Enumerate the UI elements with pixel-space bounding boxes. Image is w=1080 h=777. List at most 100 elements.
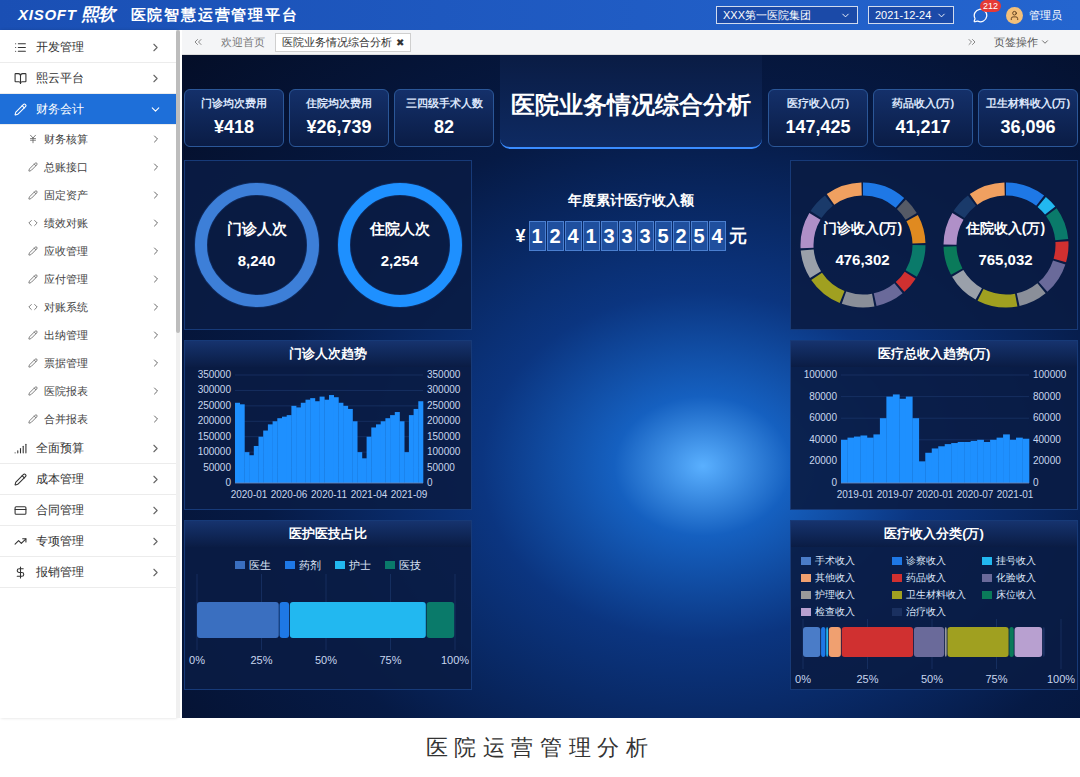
date-select[interactable]: 2021-12-24 xyxy=(868,6,954,24)
sidebar-subitem[interactable]: 总账接口 xyxy=(0,153,176,181)
income-donut: 住院收入(万)765,032 xyxy=(942,181,1070,309)
chart-bar xyxy=(357,452,362,483)
sidebar-item[interactable]: 开发管理 xyxy=(0,32,176,63)
menu-icon xyxy=(14,41,27,54)
legend-swatch xyxy=(801,557,811,565)
tab[interactable]: 医院业务情况综合分析✖ xyxy=(275,33,411,52)
x-tick: 0% xyxy=(795,673,811,685)
donut-segment xyxy=(950,189,1062,301)
sidebar-subitem[interactable]: 出纳管理 xyxy=(0,321,176,349)
chart-bar xyxy=(376,424,381,483)
sidebar-subitem[interactable]: 绩效对账 xyxy=(0,209,176,237)
sidebar-subitem[interactable]: 医院报表 xyxy=(0,377,176,405)
bar-segment xyxy=(821,627,825,657)
panel-title: 医疗总收入趋势(万) xyxy=(791,341,1077,367)
chart-bar xyxy=(287,415,292,483)
legend-item: 医生 xyxy=(235,557,271,574)
chart-bar xyxy=(240,404,245,483)
bar-segment xyxy=(290,602,426,638)
bar-segment xyxy=(947,627,1008,657)
sidebar-item[interactable]: 财务会计 xyxy=(0,94,176,125)
x-tick: 2021-04 xyxy=(351,489,388,500)
tab-close-button[interactable]: ✖ xyxy=(396,35,404,50)
y-tick-left: 100000 xyxy=(198,446,232,457)
sidebar-item[interactable]: 成本管理 xyxy=(0,464,176,495)
scrollbar-thumb[interactable] xyxy=(176,30,180,333)
chart-bar xyxy=(348,409,353,483)
y-tick-left: 150000 xyxy=(198,431,232,442)
income-donut: 门诊收入(万)476,302 xyxy=(799,181,927,309)
sidebar-subitem[interactable]: 财务核算 xyxy=(0,125,176,153)
x-tick: 2020-01 xyxy=(231,489,268,500)
y-tick-right: 350000 xyxy=(427,369,461,380)
sidebar-item[interactable]: 合同管理 xyxy=(0,495,176,526)
chart-bar xyxy=(338,403,343,483)
dropdown-icon xyxy=(1040,37,1050,47)
y-tick-right: 20000 xyxy=(1033,455,1061,466)
tab-menu[interactable]: 页签操作 xyxy=(994,34,1050,51)
chevron-right-icon xyxy=(150,217,162,229)
donut-segment xyxy=(807,189,919,301)
sidebar-subitem[interactable]: 合并报表 xyxy=(0,405,176,433)
chart-bar xyxy=(320,397,325,483)
y-tick-left: 250000 xyxy=(198,400,232,411)
sidebar-subitem[interactable]: 对账系统 xyxy=(0,293,176,321)
bar-segment xyxy=(280,602,290,638)
chart-bar xyxy=(886,397,893,483)
sidebar-subitem[interactable]: 固定资产 xyxy=(0,181,176,209)
chevron-right-icon xyxy=(149,442,162,455)
counter-digit: 4 xyxy=(709,221,726,251)
donut-segment xyxy=(807,189,919,301)
sidebar-group: 合同管理 xyxy=(0,495,176,526)
sidebar-group: 财务会计财务核算总账接口固定资产绩效对账应收管理应付管理对账系统出纳管理票据管理… xyxy=(0,94,176,433)
sidebar-item[interactable]: 全面预算 xyxy=(0,433,176,464)
sidebar-item[interactable]: 专项管理 xyxy=(0,526,176,557)
chart-bar xyxy=(945,444,952,483)
legend-swatch xyxy=(982,591,992,599)
donut-segment xyxy=(950,189,1062,301)
bar-segment xyxy=(1015,627,1043,657)
visit-donut: 门诊人次8,240 xyxy=(193,181,321,309)
donut-segment xyxy=(807,189,919,301)
menu-icon xyxy=(14,442,27,455)
bar-segment xyxy=(1009,627,1013,657)
sidebar-scrollbar[interactable] xyxy=(176,30,180,718)
chart-bar xyxy=(254,446,259,483)
sidebar-subitem[interactable]: 票据管理 xyxy=(0,349,176,377)
y-tick-right: 100000 xyxy=(1033,369,1067,380)
message-button[interactable]: 212 xyxy=(970,5,990,25)
chart-bar xyxy=(919,461,926,483)
legend-swatch xyxy=(385,561,395,569)
chart-bar xyxy=(1010,440,1017,483)
dropdown-icon xyxy=(936,10,947,21)
counter-digit: 1 xyxy=(583,221,600,251)
user-avatar[interactable] xyxy=(1006,7,1023,24)
chart-bar xyxy=(310,398,315,483)
legend-swatch xyxy=(801,591,811,599)
stacked-bar-chart: 0%25%50%75%100% xyxy=(791,619,1079,687)
chart-bar xyxy=(273,421,278,483)
submenu-icon xyxy=(28,330,38,340)
org-select[interactable]: XXX第一医院集团 xyxy=(716,6,858,24)
sidebar-subitem[interactable]: 应收管理 xyxy=(0,237,176,265)
sidebar-item[interactable]: 熙云平台 xyxy=(0,63,176,94)
user-name[interactable]: 管理员 xyxy=(1029,7,1062,24)
tab[interactable]: 欢迎首页 xyxy=(214,33,272,52)
chart-bar xyxy=(329,395,334,483)
trend-chart: 1000001000008000080000600006000040000400… xyxy=(791,367,1079,507)
donut-segment xyxy=(807,189,919,301)
donut-segment xyxy=(807,189,919,301)
chart-bar xyxy=(418,401,423,483)
x-tick: 2021-01 xyxy=(997,489,1034,500)
y-tick-left: 300000 xyxy=(198,384,232,395)
income-panel: 门诊收入(万)476,302住院收入(万)765,032 xyxy=(790,160,1078,330)
sidebar-subitem[interactable]: 应付管理 xyxy=(0,265,176,293)
legend-swatch xyxy=(801,608,811,616)
donut-segment xyxy=(807,189,919,301)
menu-icon xyxy=(14,566,27,579)
tab-bar: 欢迎首页医院业务情况综合分析✖ 页签操作 xyxy=(182,30,1080,55)
stacked-bar-chart: 0%25%50%75%100% xyxy=(185,574,473,668)
submenu-icon xyxy=(28,246,38,256)
sidebar-item[interactable]: 报销管理 xyxy=(0,557,176,588)
scroll-right-icon xyxy=(966,36,978,48)
